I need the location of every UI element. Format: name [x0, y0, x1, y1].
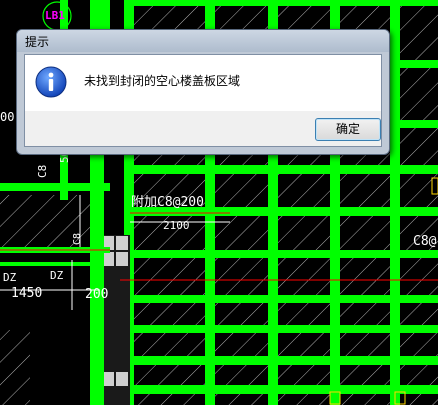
info-icon [35, 66, 67, 98]
rebar-label-vertical: C8 [36, 164, 49, 178]
rebar-label-small: C8 [72, 232, 83, 245]
dz-label-left: DZ [3, 271, 17, 284]
hatched-slab-bottom-left [0, 330, 30, 405]
dialog-message-area: 未找到封闭的空心楼盖板区域 [25, 55, 381, 111]
rebar-label: 附加C8@200 [131, 195, 204, 210]
dimension-1450: 1450 [11, 286, 43, 301]
dialog-message: 未找到封闭的空心楼盖板区域 [84, 74, 241, 88]
dialog-title: 提示 [25, 35, 50, 49]
dz-label-right: DZ [50, 269, 64, 282]
dimension-200: 200 [85, 287, 109, 302]
dimension-00: 00 [0, 110, 15, 124]
slab-label: LB1 [45, 9, 65, 22]
message-dialog: 提示 未找到封闭的空心楼盖板区域 确定 [16, 29, 390, 155]
ok-button[interactable]: 确定 [315, 118, 381, 141]
rebar-label-right: C8@ [413, 234, 437, 249]
dialog-titlebar[interactable]: 提示 [17, 30, 389, 52]
hatched-slab-left [0, 195, 98, 247]
dialog-body: 未找到封闭的空心楼盖板区域 确定 [24, 54, 382, 147]
dimension-2100: 2100 [163, 219, 190, 232]
